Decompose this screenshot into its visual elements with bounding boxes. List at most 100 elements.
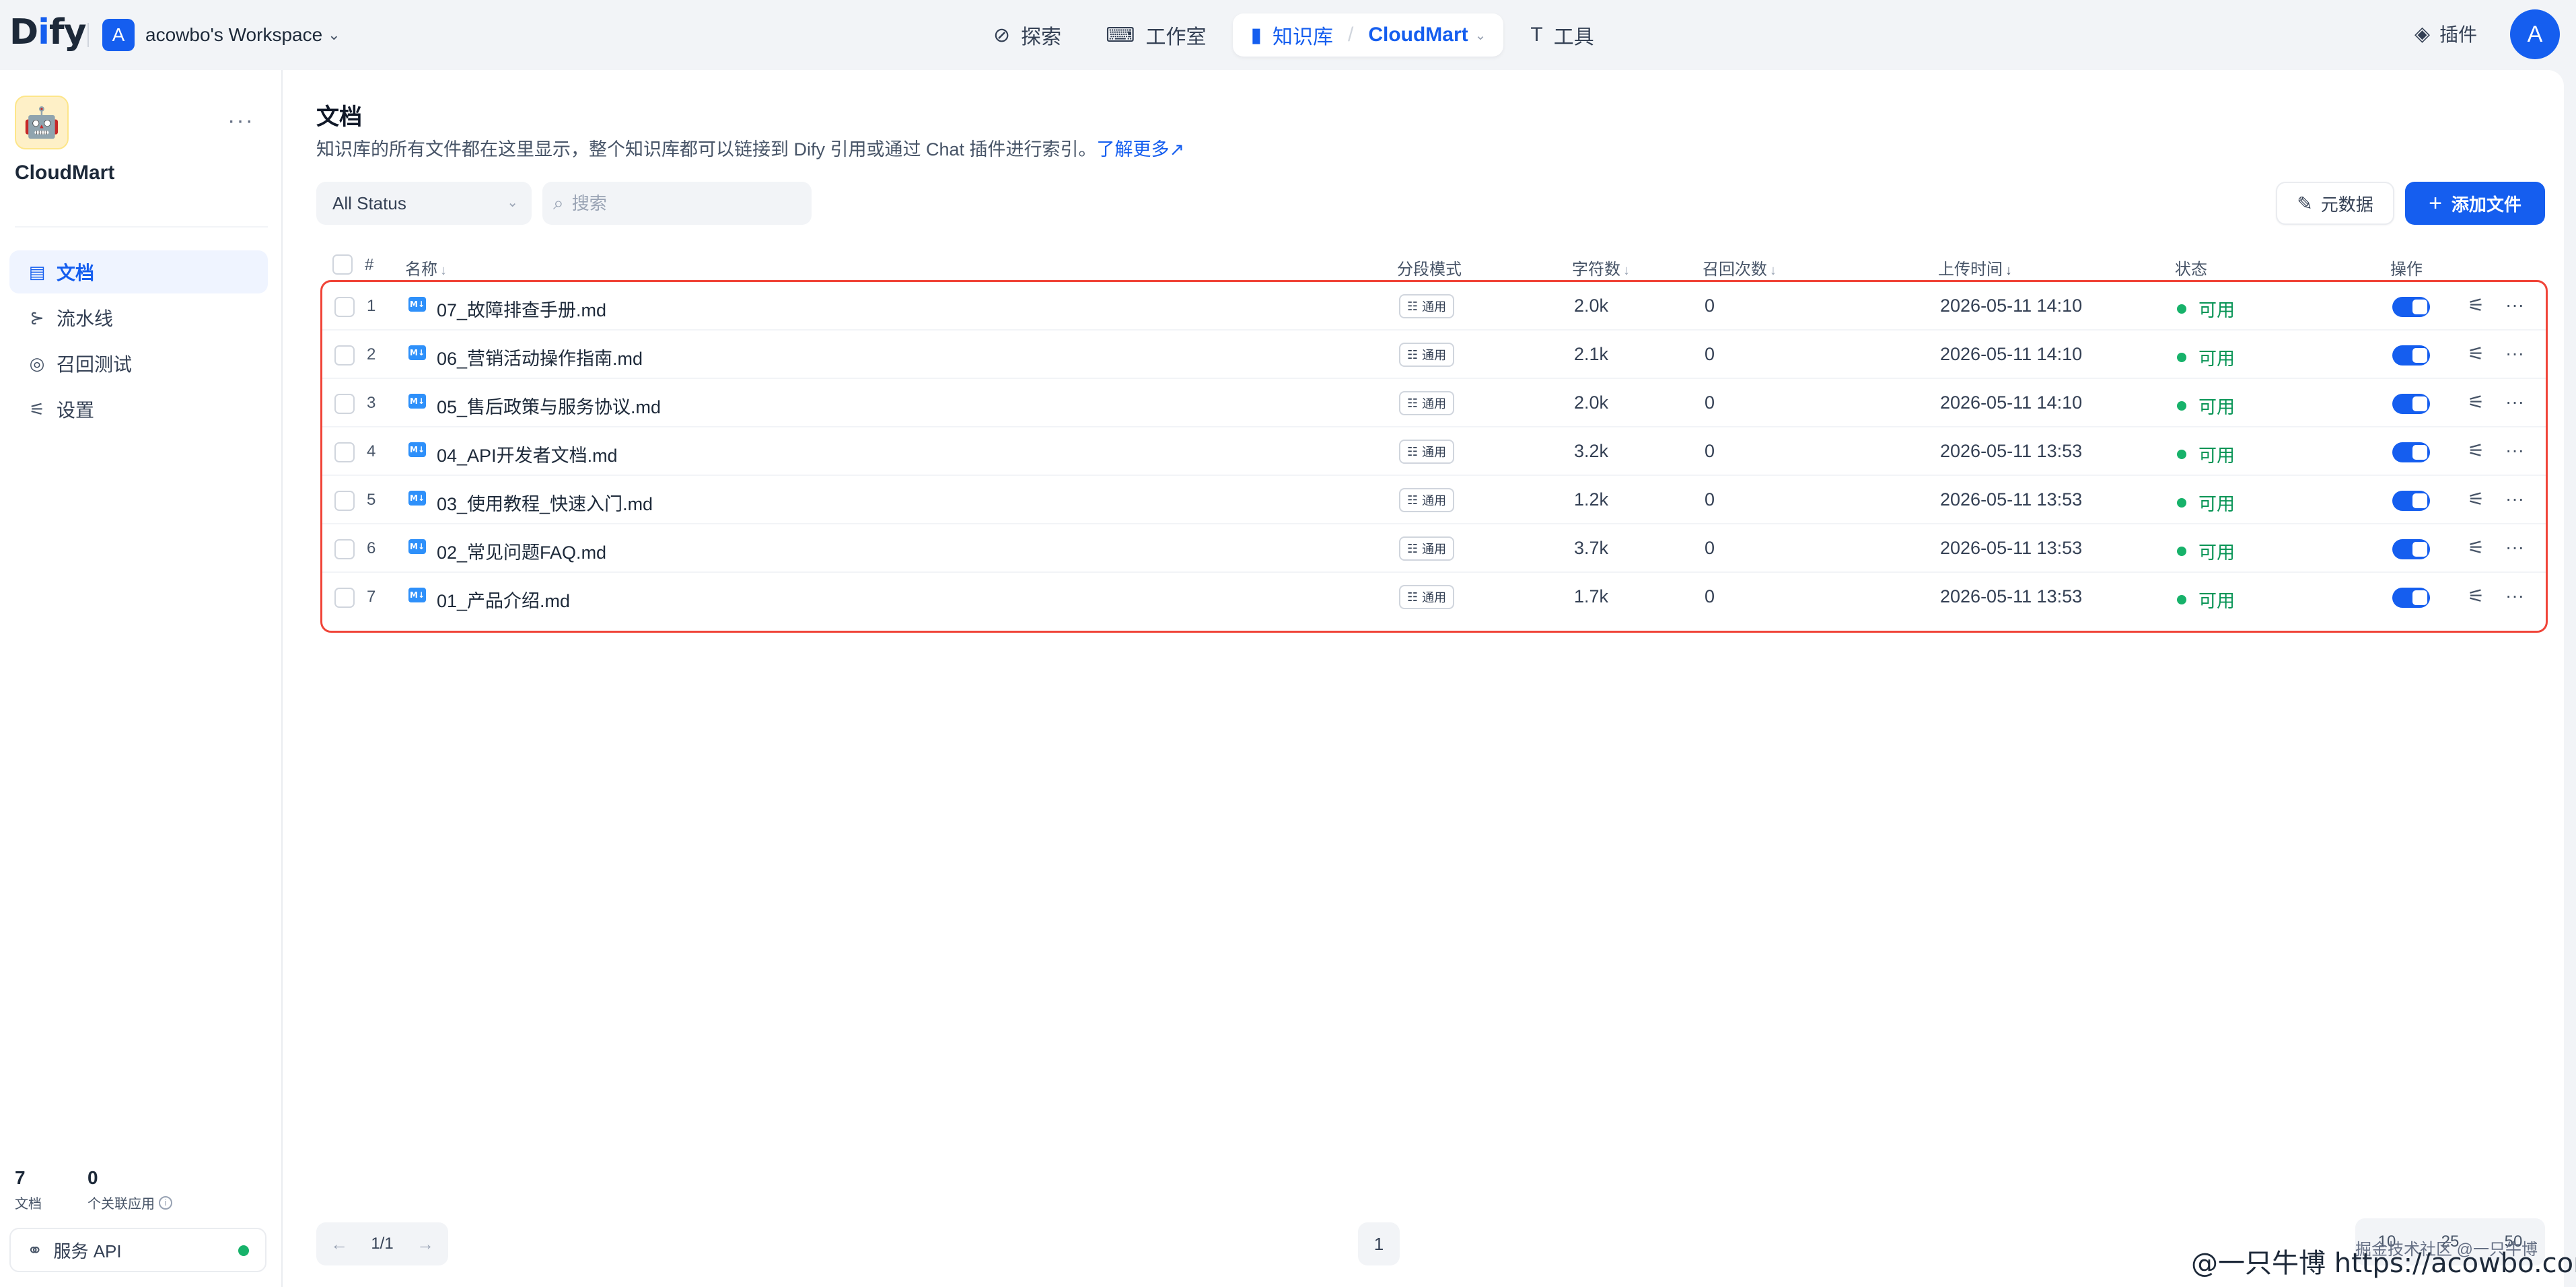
page-number-button[interactable]: 1 [1358, 1222, 1400, 1265]
row-checkbox[interactable] [334, 539, 355, 559]
recall-count: 0 [1705, 392, 1715, 413]
settings-icon[interactable]: ⚟ [2468, 343, 2484, 365]
filters: All Status ⌄ ⌕ [316, 182, 812, 225]
workspace-switcher[interactable]: A acowbo's Workspace ⌄ [102, 18, 341, 53]
info-icon[interactable]: i [159, 1195, 172, 1210]
enable-toggle[interactable] [2392, 539, 2430, 559]
status-badge: 可用 [2177, 489, 2235, 516]
hammer-icon: T [1530, 24, 1543, 46]
service-api-button[interactable]: ⚭ 服务 API [9, 1228, 266, 1272]
row-checkbox[interactable] [334, 297, 355, 317]
char-count: 3.2k [1574, 441, 1609, 461]
settings-icon[interactable]: ⚟ [2468, 585, 2484, 607]
more-icon[interactable]: ··· [2505, 585, 2524, 606]
column-name[interactable]: 名称 ↓ [405, 256, 447, 279]
enable-toggle[interactable] [2392, 588, 2430, 608]
document-name[interactable]: 06_营销活动操作指南.md [437, 344, 643, 370]
api-icon: ⚭ [27, 1239, 43, 1261]
more-icon[interactable]: ··· [2505, 294, 2524, 316]
document-name[interactable]: 01_产品介绍.md [437, 586, 570, 613]
document-name[interactable]: 02_常见问题FAQ.md [437, 538, 606, 564]
prev-page-icon[interactable]: ← [324, 1229, 354, 1259]
table-row[interactable]: 5 M↓ 03_使用教程_快速入门.md ☷ 通用 1.2k 0 2026-05-11 13:… [322, 476, 2546, 524]
enable-toggle[interactable] [2392, 297, 2430, 317]
table-row[interactable]: 6 M↓ 02_常见问题FAQ.md ☷ 通用 3.7k 0 2026-05-11 13:53… [322, 524, 2546, 573]
more-icon[interactable]: ··· [2505, 536, 2524, 558]
status-filter-select[interactable]: All Status ⌄ [316, 182, 532, 225]
divider [15, 226, 268, 228]
workspace-avatar: A [102, 19, 135, 51]
sidebar-item-documents[interactable]: ▤ 文档 [9, 250, 268, 293]
next-page-icon[interactable]: → [410, 1229, 440, 1259]
cube-icon: ◈ [2414, 22, 2431, 45]
status-badge: 可用 [2177, 586, 2235, 613]
row-checkbox[interactable] [334, 394, 355, 414]
more-icon[interactable]: ··· [2505, 488, 2524, 510]
document-name[interactable]: 04_API开发者文档.md [437, 441, 618, 467]
settings-icon[interactable]: ⚟ [2468, 391, 2484, 413]
search-box[interactable]: ⌕ [542, 182, 812, 225]
select-all-checkbox[interactable] [332, 254, 353, 275]
status-dot [238, 1245, 249, 1256]
column-status: 状态 [2175, 260, 2207, 279]
nav-knowledge-current[interactable]: CloudMart [1368, 24, 1468, 46]
row-checkbox[interactable] [334, 345, 355, 366]
more-icon[interactable]: ··· [2505, 440, 2524, 461]
metadata-button[interactable]: ✎ 元数据 [2276, 182, 2394, 225]
status-badge: 可用 [2177, 441, 2235, 467]
column-chars[interactable]: 字符数 ↓ [1572, 256, 1630, 279]
enable-toggle[interactable] [2392, 442, 2430, 462]
nav-explore[interactable]: ⊘ 探索 [976, 13, 1079, 57]
document-name[interactable]: 03_使用教程_快速入门.md [437, 489, 653, 516]
nav-studio[interactable]: ⌨ 工作室 [1088, 13, 1223, 57]
row-index: 2 [367, 345, 376, 363]
more-icon[interactable]: ··· [227, 108, 254, 134]
learn-more-link[interactable]: 了解更多↗ [1097, 139, 1185, 160]
table-row[interactable]: 3 M↓ 05_售后政策与服务协议.md ☷ 通用 2.0k 0 2026-05-11 14:… [322, 379, 2546, 427]
row-checkbox[interactable] [334, 588, 355, 608]
knowledge-stats: 7 文档 0 个关联应用 i [15, 1167, 218, 1212]
document-name[interactable]: 07_故障排查手册.md [437, 295, 606, 322]
more-icon[interactable]: ··· [2505, 391, 2524, 413]
column-recall[interactable]: 召回次数 ↓ [1703, 256, 1777, 279]
nav-knowledge[interactable]: ▮ 知识库 / CloudMart ⌄ [1233, 13, 1504, 57]
markdown-file-icon: M↓ [408, 442, 426, 457]
enable-toggle[interactable] [2392, 491, 2430, 511]
chevron-down-icon[interactable]: ⌄ [1475, 27, 1487, 44]
upload-time: 2026-05-11 14:10 [1940, 344, 2083, 364]
table-row[interactable]: 2 M↓ 06_营销活动操作指南.md ☷ 通用 2.1k 0 2026-05-11 14:1… [322, 331, 2546, 379]
settings-icon[interactable]: ⚟ [2468, 536, 2484, 559]
recall-count: 0 [1705, 344, 1715, 364]
enable-toggle[interactable] [2392, 345, 2430, 366]
enable-toggle[interactable] [2392, 394, 2430, 414]
row-checkbox[interactable] [334, 442, 355, 462]
row-checkbox[interactable] [334, 491, 355, 511]
column-upload-time[interactable]: 上传时间 ↓ [1938, 256, 2012, 279]
sliders-icon: ☷ [1407, 299, 1419, 313]
settings-icon[interactable]: ⚟ [2468, 294, 2484, 316]
chunk-mode-badge: ☷ 通用 [1399, 536, 1455, 561]
settings-icon: ⚟ [29, 398, 45, 419]
logo-divider [87, 23, 89, 47]
sidebar-item-pipeline[interactable]: ⊱ 流水线 [9, 296, 268, 339]
sidebar-item-recall-test[interactable]: ◎ 召回测试 [9, 342, 268, 385]
settings-icon[interactable]: ⚟ [2468, 440, 2484, 462]
table-row[interactable]: 1 M↓ 07_故障排查手册.md ☷ 通用 2.0k 0 2026-05-11 14:10 可… [322, 282, 2546, 331]
dify-logo[interactable]: Dify [9, 12, 87, 53]
table-row[interactable]: 7 M↓ 01_产品介绍.md ☷ 通用 1.7k 0 2026-05-11 13:53 可用 ⚟… [322, 573, 2546, 621]
plugin-button[interactable]: ◈ 插件 [2414, 20, 2477, 47]
status-dot [2177, 497, 2186, 508]
status-dot [2177, 304, 2186, 314]
page-info: 1/1 [371, 1234, 394, 1253]
add-file-button[interactable]: + 添加文件 [2405, 182, 2545, 225]
settings-icon[interactable]: ⚟ [2468, 488, 2484, 510]
sidebar-item-settings[interactable]: ⚟ 设置 [9, 388, 268, 431]
row-index: 4 [367, 442, 376, 460]
user-avatar[interactable]: A [2510, 9, 2560, 59]
document-name[interactable]: 05_售后政策与服务协议.md [437, 392, 661, 419]
search-input[interactable] [571, 193, 787, 214]
more-icon[interactable]: ··· [2505, 343, 2524, 364]
table-row[interactable]: 4 M↓ 04_API开发者文档.md ☷ 通用 3.2k 0 2026-05-11 13:5… [322, 427, 2546, 476]
pagination-control: ← 1/1 → [316, 1222, 448, 1265]
nav-tools[interactable]: T 工具 [1513, 13, 1611, 57]
